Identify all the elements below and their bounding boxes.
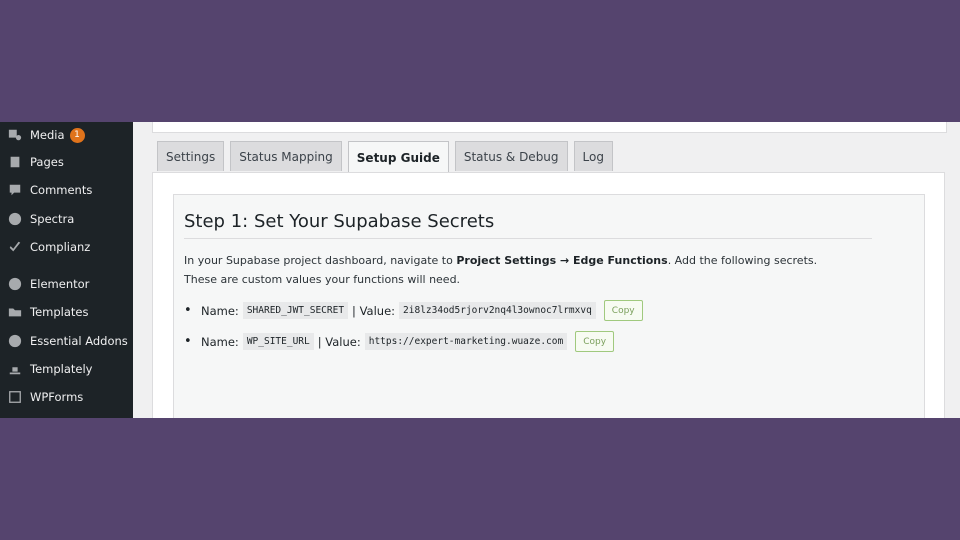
copy-button[interactable]: Copy [575, 331, 615, 352]
list-item: • Name: SHARED_JWT_SECRET | Value: 2i8lz… [184, 295, 643, 326]
desc-text: In your Supabase project dashboard, navi… [184, 254, 457, 267]
bullet: • [184, 303, 192, 318]
tab-setup-guide[interactable]: Setup Guide [347, 141, 449, 173]
sidebar-item-complianz[interactable]: Complianz [0, 234, 133, 260]
tab-log[interactable]: Log [573, 141, 613, 171]
tab-panel: Step 1: Set Your Supabase Secrets In you… [152, 172, 945, 418]
sidebar-item-label: Media [30, 128, 65, 142]
sidebar-item-label: Templately [30, 362, 93, 376]
templately-icon [7, 361, 23, 377]
pages-icon [7, 154, 23, 170]
top-card [152, 122, 947, 133]
secret-value: 2i8lz34od5rjorv2nq4l3ownoc7lrmxvq [399, 302, 596, 319]
name-label: Name: [201, 303, 239, 318]
sidebar-item-label: Pages [30, 155, 64, 169]
sidebar-item-label: Comments [30, 183, 93, 197]
sidebar-item-spectra[interactable]: Spectra [0, 206, 133, 232]
step-title: Step 1: Set Your Supabase Secrets [184, 211, 872, 239]
sidebar-item-media[interactable]: Media 1 [0, 122, 133, 148]
media-icon [7, 127, 23, 143]
secrets-list: • Name: SHARED_JWT_SECRET | Value: 2i8lz… [184, 295, 643, 357]
sidebar-item-label: Spectra [30, 212, 75, 226]
secret-name: SHARED_JWT_SECRET [242, 302, 349, 319]
sidebar-item-essential-addons[interactable]: Essential Addons [0, 328, 133, 354]
spectra-icon [7, 211, 23, 227]
name-label: Name: [201, 334, 239, 349]
complianz-icon [7, 239, 23, 255]
sidebar-item-templates[interactable]: Templates [0, 299, 133, 325]
secret-name: WP_SITE_URL [242, 333, 314, 350]
list-item: • Name: WP_SITE_URL | Value: https://exp… [184, 326, 643, 357]
desc-text: These are custom values your functions w… [184, 272, 461, 286]
step-description: In your Supabase project dashboard, navi… [184, 252, 817, 289]
tab-settings[interactable]: Settings [157, 141, 225, 171]
value-label: | Value: [352, 303, 396, 318]
desc-path: Project Settings → Edge Functions [456, 254, 668, 267]
tab-status-mapping[interactable]: Status Mapping [230, 141, 342, 171]
main-content: Settings Status Mapping Setup Guide Stat… [133, 122, 960, 418]
comments-icon [7, 182, 23, 198]
sidebar-item-label: Templates [30, 305, 89, 319]
sidebar-item-label: Essential Addons [30, 334, 128, 348]
sidebar-item-elementor[interactable]: Elementor [0, 271, 133, 297]
desc-text: . Add the following secrets. [667, 254, 818, 267]
essential-addons-icon [7, 333, 23, 349]
media-count-badge: 1 [69, 127, 85, 143]
copy-button[interactable]: Copy [603, 300, 643, 321]
bullet: • [184, 334, 192, 349]
sidebar-item-label: WPForms [30, 390, 84, 404]
screenshot-frame: Media 1 Pages Comments Spectra Complianz… [0, 122, 960, 418]
sidebar-item-label: Elementor [30, 277, 90, 291]
sidebar-item-comments[interactable]: Comments [0, 177, 133, 203]
settings-tabs: Settings Status Mapping Setup Guide Stat… [157, 141, 619, 173]
elementor-icon [7, 276, 23, 292]
value-label: | Value: [317, 334, 361, 349]
tab-status-debug[interactable]: Status & Debug [454, 141, 568, 171]
templates-icon [7, 304, 23, 320]
secret-value: https://expert-marketing.wuaze.com [364, 333, 568, 350]
wpforms-icon [7, 389, 23, 405]
sidebar-item-templately[interactable]: Templately [0, 356, 133, 382]
sidebar-item-wpforms[interactable]: WPForms [0, 384, 133, 410]
admin-sidebar: Media 1 Pages Comments Spectra Complianz… [0, 122, 133, 418]
sidebar-item-pages[interactable]: Pages [0, 149, 133, 175]
sidebar-item-label: Complianz [30, 240, 91, 254]
